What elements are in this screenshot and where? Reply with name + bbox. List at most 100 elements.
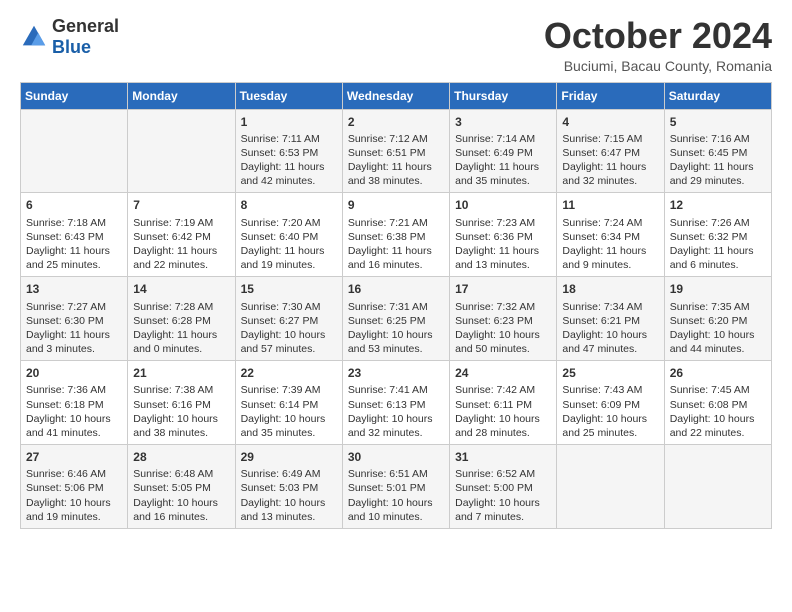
sunset: Sunset: 6:16 PM [133, 399, 211, 411]
calendar-cell [128, 109, 235, 193]
day-number: 5 [670, 114, 766, 130]
day-header-saturday: Saturday [664, 82, 771, 109]
sunset: Sunset: 6:40 PM [241, 231, 319, 243]
daylight: Daylight: 11 hours and 35 minutes. [455, 161, 539, 187]
sunrise: Sunrise: 6:46 AM [26, 468, 106, 480]
calendar-cell: 8Sunrise: 7:20 AMSunset: 6:40 PMDaylight… [235, 193, 342, 277]
sunrise: Sunrise: 7:31 AM [348, 301, 428, 313]
day-number: 2 [348, 114, 444, 130]
daylight: Daylight: 10 hours and 19 minutes. [26, 497, 111, 523]
daylight: Daylight: 10 hours and 16 minutes. [133, 497, 218, 523]
sunrise: Sunrise: 7:35 AM [670, 301, 750, 313]
sunset: Sunset: 6:23 PM [455, 315, 533, 327]
calendar-cell: 5 Sunrise: 7:16 AM Sunset: 6:45 PM Daylight… [664, 109, 771, 193]
sunrise: Sunrise: 6:48 AM [133, 468, 213, 480]
daylight: Daylight: 10 hours and 32 minutes. [348, 413, 433, 439]
day-number: 25 [562, 365, 658, 381]
calendar-cell: 14 Sunrise: 7:28 AM Sunset: 6:28 PM Dayligh… [128, 277, 235, 361]
day-number: 14 [133, 281, 229, 297]
day-number: 30 [348, 449, 444, 465]
day-header-monday: Monday [128, 82, 235, 109]
sunrise: Sunrise: 7:27 AM [26, 301, 106, 313]
sunset: Sunset: 6:45 PM [670, 147, 748, 159]
day-header-sunday: Sunday [21, 82, 128, 109]
day-number: 10 [455, 197, 551, 213]
sunset: Sunset: 6:49 PM [455, 147, 533, 159]
sunrise: Sunrise: 7:21 AM [348, 217, 428, 229]
daylight: Daylight: 10 hours and 47 minutes. [562, 329, 647, 355]
logo-blue: Blue [52, 37, 91, 57]
sunrise: Sunrise: 7:14 AM [455, 133, 535, 145]
sunset: Sunset: 6:42 PM [133, 231, 211, 243]
calendar-cell: 20Sunrise: 7:36 AMSunset: 6:18 PMDayligh… [21, 361, 128, 445]
calendar-week-2: 6Sunrise: 7:18 AMSunset: 6:43 PMDaylight… [21, 193, 772, 277]
logo-icon [20, 23, 48, 51]
day-number: 11 [562, 197, 658, 213]
sunset: Sunset: 6:34 PM [562, 231, 640, 243]
day-number: 27 [26, 449, 122, 465]
calendar-cell: 16 Sunrise: 7:31 AM Sunset: 6:25 PM Dayligh… [342, 277, 449, 361]
daylight: Daylight: 10 hours and 53 minutes. [348, 329, 433, 355]
sunset: Sunset: 6:21 PM [562, 315, 640, 327]
day-header-tuesday: Tuesday [235, 82, 342, 109]
calendar-cell: 27Sunrise: 6:46 AMSunset: 5:06 PMDayligh… [21, 445, 128, 529]
calendar-cell: 21Sunrise: 7:38 AMSunset: 6:16 PMDayligh… [128, 361, 235, 445]
sunrise: Sunrise: 7:45 AM [670, 384, 750, 396]
day-number: 1 [241, 114, 337, 130]
sunset: Sunset: 5:00 PM [455, 482, 533, 494]
calendar-week-3: 13Sunrise: 7:27 AMSunset: 6:30 PMDayligh… [21, 277, 772, 361]
day-number: 16 [348, 281, 444, 297]
sunrise: Sunrise: 7:12 AM [348, 133, 428, 145]
sunrise: Sunrise: 7:19 AM [133, 217, 213, 229]
calendar-header: SundayMondayTuesdayWednesdayThursdayFrid… [21, 82, 772, 109]
calendar-cell: 6Sunrise: 7:18 AMSunset: 6:43 PMDaylight… [21, 193, 128, 277]
day-number: 20 [26, 365, 122, 381]
day-header-wednesday: Wednesday [342, 82, 449, 109]
day-number: 29 [241, 449, 337, 465]
day-number: 3 [455, 114, 551, 130]
sunset: Sunset: 6:25 PM [348, 315, 426, 327]
sunset: Sunset: 6:38 PM [348, 231, 426, 243]
calendar-cell: 10Sunrise: 7:23 AMSunset: 6:36 PMDayligh… [450, 193, 557, 277]
sunset: Sunset: 6:43 PM [26, 231, 104, 243]
day-number: 15 [241, 281, 337, 297]
sunrise: Sunrise: 7:32 AM [455, 301, 535, 313]
sunset: Sunset: 6:18 PM [26, 399, 104, 411]
calendar-week-1: 1Sunrise: 7:11 AMSunset: 6:53 PMDaylight… [21, 109, 772, 193]
sunset: Sunset: 6:08 PM [670, 399, 748, 411]
day-number: 24 [455, 365, 551, 381]
sunrise: Sunrise: 7:43 AM [562, 384, 642, 396]
daylight: Daylight: 11 hours and 42 minutes. [241, 161, 325, 187]
calendar-cell [557, 445, 664, 529]
calendar-cell [21, 109, 128, 193]
daylight: Daylight: 11 hours and 32 minutes. [562, 161, 646, 187]
sunrise: Sunrise: 6:49 AM [241, 468, 321, 480]
day-header-friday: Friday [557, 82, 664, 109]
days-header-row: SundayMondayTuesdayWednesdayThursdayFrid… [21, 82, 772, 109]
daylight: Daylight: 11 hours and 16 minutes. [348, 245, 432, 271]
sunset: Sunset: 6:20 PM [670, 315, 748, 327]
sunset: Sunset: 6:47 PM [562, 147, 640, 159]
day-number: 22 [241, 365, 337, 381]
sunset: Sunset: 6:09 PM [562, 399, 640, 411]
daylight: Daylight: 10 hours and 38 minutes. [133, 413, 218, 439]
sunrise: Sunrise: 6:52 AM [455, 468, 535, 480]
sunset: Sunset: 6:13 PM [348, 399, 426, 411]
daylight: Daylight: 10 hours and 35 minutes. [241, 413, 326, 439]
calendar-body: 1Sunrise: 7:11 AMSunset: 6:53 PMDaylight… [21, 109, 772, 528]
day-number: 19 [670, 281, 766, 297]
sunrise: Sunrise: 7:38 AM [133, 384, 213, 396]
daylight: Daylight: 11 hours and 29 minutes. [670, 161, 754, 187]
sunrise: Sunrise: 7:28 AM [133, 301, 213, 313]
calendar-cell: 13Sunrise: 7:27 AMSunset: 6:30 PMDayligh… [21, 277, 128, 361]
day-number: 17 [455, 281, 551, 297]
daylight: Daylight: 11 hours and 0 minutes. [133, 329, 217, 355]
day-header-thursday: Thursday [450, 82, 557, 109]
sunrise: Sunrise: 7:16 AM [670, 133, 750, 145]
sunset: Sunset: 6:51 PM [348, 147, 426, 159]
sunset: Sunset: 6:11 PM [455, 399, 532, 411]
sunrise: Sunrise: 7:24 AM [562, 217, 642, 229]
calendar-cell: 19Sunrise: 7:35 AMSunset: 6:20 PMDayligh… [664, 277, 771, 361]
day-number: 4 [562, 114, 658, 130]
sunset: Sunset: 6:28 PM [133, 315, 211, 327]
